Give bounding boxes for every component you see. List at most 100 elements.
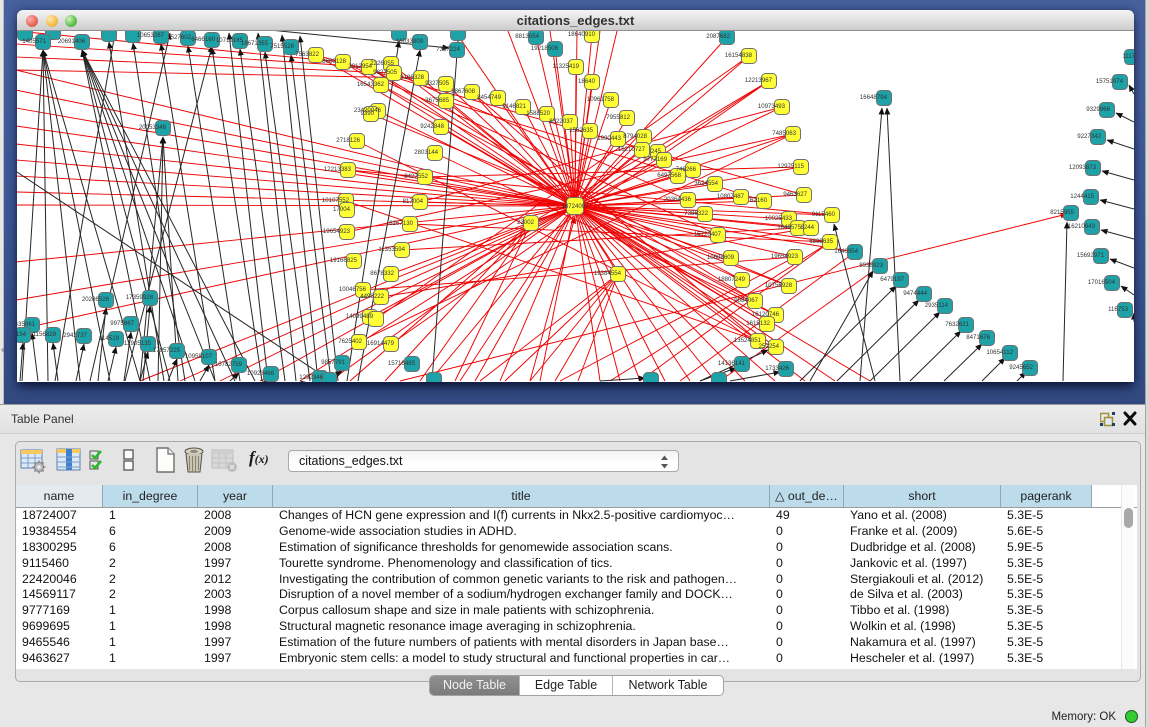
svg-text:10958107: 10958107 [185, 353, 213, 360]
svg-text:12213383: 12213383 [324, 166, 352, 173]
svg-text:17359928: 17359928 [126, 294, 154, 301]
svg-text:8427552: 8427552 [404, 173, 428, 180]
svg-text:7632621: 7632621 [945, 321, 969, 328]
svg-text:1244415: 1244415 [1070, 193, 1094, 200]
svg-text:20691406: 20691406 [58, 38, 86, 45]
svg-text:10107552: 10107552 [322, 197, 350, 204]
svg-text:16543362: 16543362 [357, 81, 385, 88]
svg-text:8813054: 8813054 [515, 33, 539, 40]
svg-text:8678332: 8678332 [370, 270, 394, 277]
svg-text:12093873: 12093873 [1069, 164, 1097, 171]
svg-text:9474444: 9474444 [903, 290, 927, 297]
svg-text:1527602: 1527602 [167, 34, 191, 41]
svg-text:1405571: 1405571 [22, 38, 46, 45]
svg-text:16671355: 16671355 [241, 40, 269, 47]
svg-text:14099489: 14099489 [346, 313, 374, 320]
svg-text:1990443: 1990443 [597, 135, 621, 142]
svg-text:19218506: 19218506 [531, 45, 559, 52]
svg-text:8215955: 8215955 [1050, 209, 1074, 216]
svg-text:12905135: 12905135 [124, 340, 152, 347]
svg-text:62160: 62160 [750, 197, 768, 204]
svg-text:2935114: 2935114 [925, 302, 949, 309]
svg-text:16782759: 16782759 [215, 361, 243, 368]
svg-text:817004: 817004 [403, 198, 424, 205]
svg-text:1640954: 1640954 [834, 248, 858, 255]
svg-text:6466160: 6466160 [191, 36, 215, 43]
svg-text:9245652: 9245652 [1009, 364, 1033, 371]
svg-text:9242848: 9242848 [420, 123, 444, 130]
svg-text:245: 245 [651, 148, 662, 155]
svg-text:8186328: 8186328 [400, 74, 424, 81]
svg-text:7485063: 7485063 [772, 130, 796, 137]
svg-text:39154: 39154 [17, 331, 27, 338]
svg-text:20206526: 20206526 [82, 296, 110, 303]
svg-text:1615132: 1615132 [746, 320, 770, 327]
svg-text:6497568: 6497568 [657, 172, 681, 179]
svg-text:15692971: 15692971 [1077, 252, 1105, 259]
svg-text:7386322: 7386322 [684, 210, 708, 217]
svg-text:10973493: 10973493 [758, 103, 786, 110]
svg-text:18724007: 18724007 [561, 203, 589, 210]
svg-text:1649575: 1649575 [777, 224, 801, 231]
svg-text:9390: 9390 [360, 110, 374, 117]
svg-text:252254: 252254 [759, 343, 780, 350]
svg-text:11325419: 11325419 [552, 63, 579, 70]
svg-text:8471676: 8471676 [966, 334, 990, 341]
svg-text:10719185: 10719185 [216, 37, 244, 44]
svg-text:1733426: 1733426 [765, 365, 789, 372]
svg-text:2226055: 2226055 [370, 60, 394, 67]
svg-text:17957225: 17957225 [153, 347, 181, 354]
svg-text:9227342: 9227342 [1077, 133, 1101, 140]
svg-text:9777169: 9777169 [643, 156, 667, 163]
svg-text:9329966: 9329966 [1086, 106, 1110, 113]
svg-text:9115460: 9115460 [812, 211, 836, 218]
svg-text:16210643: 16210643 [1068, 223, 1096, 230]
svg-text:13524851: 13524851 [734, 337, 762, 344]
svg-text:9827505: 9827505 [373, 69, 397, 76]
svg-text:11353594: 11353594 [378, 246, 405, 253]
svg-text:1156829: 1156829 [33, 331, 57, 338]
svg-text:14136141: 14136141 [718, 360, 746, 367]
svg-text:1292346: 1292346 [299, 374, 323, 381]
svg-text:16120746: 16120746 [752, 311, 780, 318]
svg-text:4498222: 4498222 [360, 293, 384, 300]
svg-text:114519: 114519 [99, 335, 119, 342]
svg-text:19166825: 19166825 [330, 257, 358, 264]
svg-text:19384554: 19384554 [594, 270, 622, 277]
svg-text:3912954: 3912954 [348, 63, 372, 70]
svg-text:9463627: 9463627 [783, 191, 807, 198]
svg-text:9327505: 9327505 [425, 80, 449, 87]
svg-text:10756928: 10756928 [765, 282, 793, 289]
svg-text:10654112: 10654112 [986, 349, 1013, 356]
svg-text:7955812: 7955812 [606, 114, 630, 121]
svg-text:746266: 746266 [676, 166, 697, 173]
svg-text:15751074: 15751074 [1096, 78, 1124, 85]
svg-text:2087682: 2087682 [706, 33, 730, 40]
svg-text:435061: 435061 [17, 321, 36, 328]
svg-text:2867608: 2867608 [451, 88, 475, 95]
svg-text:8267130: 8267130 [389, 220, 413, 227]
svg-text:1562635: 1562635 [569, 127, 593, 134]
svg-text:7515526: 7515526 [270, 43, 294, 50]
svg-text:8660128: 8660128 [322, 58, 346, 65]
svg-text:7357224: 7357224 [436, 46, 460, 53]
svg-text:2718126: 2718126 [336, 137, 360, 144]
svg-text:9084067: 9084067 [734, 297, 758, 304]
svg-text:12213967: 12213967 [745, 77, 773, 84]
svg-text:116753: 116753 [1108, 306, 1128, 313]
svg-text:9857791: 9857791 [321, 359, 345, 366]
svg-text:2803144: 2803144 [414, 149, 438, 156]
svg-text:16648794: 16648794 [860, 94, 888, 101]
svg-text:6479197: 6479197 [880, 276, 904, 283]
svg-text:18640: 18640 [578, 78, 596, 85]
svg-text:15720407: 15720407 [694, 231, 722, 238]
svg-text:9146821: 9146821 [502, 103, 526, 110]
svg-text:6899635: 6899635 [809, 238, 833, 245]
svg-text:10923466: 10923466 [247, 370, 275, 377]
svg-text:10025433: 10025433 [765, 215, 793, 222]
svg-text:16914479: 16914479 [367, 340, 395, 347]
svg-text:16154838: 16154838 [725, 52, 753, 59]
svg-text:1588520: 1588520 [526, 110, 550, 117]
svg-text:9975867: 9975867 [110, 320, 134, 327]
svg-text:19654923: 19654923 [771, 253, 799, 260]
